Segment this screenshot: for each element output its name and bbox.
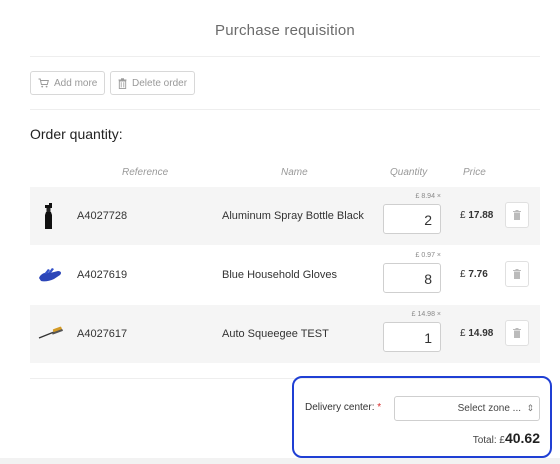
item-name: Auto Squeegee TEST	[222, 328, 329, 340]
line-price-value: 14.98	[468, 328, 494, 339]
delete-order-label: Delete order	[132, 77, 188, 89]
page-title: Purchase requisition	[215, 22, 355, 39]
currency-symbol: £	[460, 269, 466, 280]
item-name: Blue Household Gloves	[222, 269, 337, 281]
item-name: Aluminum Spray Bottle Black	[222, 210, 364, 222]
delivery-center-label: Delivery center: *	[305, 402, 381, 413]
delivery-center-text: Delivery center:	[305, 402, 375, 413]
cart-icon	[38, 78, 49, 88]
column-header-name: Name	[281, 167, 308, 178]
column-header-reference: Reference	[122, 167, 169, 178]
delivery-zone-select[interactable]: Select zone ... ⇕	[394, 396, 540, 421]
divider	[30, 109, 540, 110]
delete-item-button[interactable]	[505, 202, 529, 228]
order-total: Total: £40.62	[473, 430, 540, 446]
trash-icon	[513, 210, 521, 220]
line-price-value: 7.76	[468, 269, 488, 280]
select-arrow-icon: ⇕	[526, 403, 534, 413]
unit-price: £ 14.98 ×	[411, 311, 441, 318]
total-value: 40.62	[504, 430, 540, 446]
line-price-value: 17.88	[468, 210, 494, 221]
gloves-icon	[39, 268, 62, 282]
select-value: Select zone ...	[457, 403, 521, 414]
table-row: A4027728 Aluminum Spray Bottle Black £ 8…	[30, 187, 540, 245]
item-reference: A4027728	[77, 210, 128, 222]
quantity-input[interactable]: 1	[383, 322, 441, 352]
spray-bottle-icon	[45, 203, 52, 229]
column-header-quantity: Quantity	[390, 167, 428, 178]
delete-item-button[interactable]	[505, 261, 529, 287]
currency-symbol: £	[460, 328, 466, 339]
total-label: Total: £	[472, 435, 505, 446]
quantity-input[interactable]: 8	[383, 263, 441, 293]
column-header-price: Price	[463, 167, 486, 178]
unit-price: £ 8.94 ×	[415, 193, 442, 200]
divider	[30, 56, 540, 57]
trash-icon	[118, 77, 127, 89]
delete-item-button[interactable]	[505, 320, 529, 346]
trash-icon	[513, 269, 521, 279]
required-marker: *	[377, 402, 382, 413]
table-row: A4027617 Auto Squeegee TEST £ 14.98 × 1 …	[30, 305, 540, 363]
add-more-label: Add more	[54, 77, 98, 89]
line-price: £ 17.88	[460, 210, 493, 221]
bottom-edge	[0, 458, 560, 464]
item-reference: A4027617	[77, 328, 128, 340]
currency-symbol: £	[460, 210, 466, 221]
table-row: A4027619 Blue Household Gloves £ 0.97 × …	[30, 246, 540, 304]
item-reference: A4027619	[77, 269, 128, 281]
unit-price: £ 0.97 ×	[415, 252, 442, 259]
add-more-button[interactable]: Add more	[30, 71, 106, 95]
section-title: Order quantity:	[30, 126, 123, 142]
trash-icon	[513, 328, 521, 338]
squeegee-icon	[38, 326, 63, 339]
line-price: £ 14.98	[460, 328, 493, 339]
line-price: £ 7.76	[460, 269, 488, 280]
delete-order-button[interactable]: Delete order	[110, 71, 196, 95]
quantity-input[interactable]: 2	[383, 204, 441, 234]
